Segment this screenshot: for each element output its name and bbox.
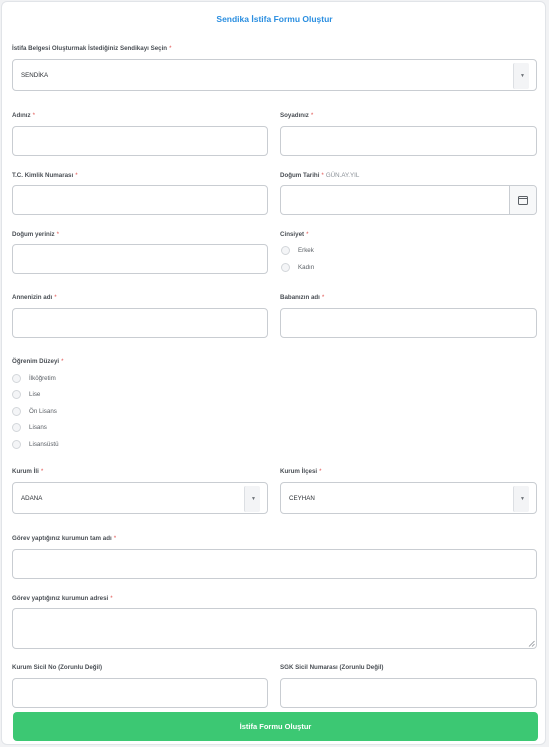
province-select[interactable]: ADANA ▼ bbox=[12, 482, 268, 514]
education-label: Öğrenim Düzeyi * bbox=[12, 358, 64, 365]
education-option-label: İlköğretim bbox=[29, 375, 56, 382]
province-select-arrow[interactable]: ▼ bbox=[244, 486, 260, 512]
calendar-icon bbox=[518, 196, 528, 205]
required-mark: * bbox=[56, 231, 60, 238]
required-mark: * bbox=[169, 45, 172, 52]
province-select-value: ADANA bbox=[21, 495, 43, 502]
chevron-down-icon: ▼ bbox=[520, 496, 525, 502]
institution-address-textarea[interactable] bbox=[12, 608, 537, 649]
required-mark: * bbox=[110, 595, 113, 602]
first-name-input[interactable] bbox=[12, 126, 268, 156]
mother-name-input[interactable] bbox=[12, 308, 268, 338]
education-radio-primary[interactable] bbox=[12, 374, 21, 383]
father-name-label: Babanızın adı * bbox=[280, 294, 325, 301]
union-select-value: SENDİKA bbox=[21, 72, 49, 79]
institution-address-label: Görev yaptığınız kurumun adresi * bbox=[12, 595, 113, 602]
education-option-label: Lise bbox=[29, 391, 41, 398]
last-name-label: Soyadınız * bbox=[280, 112, 314, 119]
institution-name-label: Görev yaptığınız kurumun tam adı * bbox=[12, 535, 117, 542]
institution-name-input[interactable] bbox=[12, 549, 537, 579]
resize-handle-icon[interactable] bbox=[528, 640, 535, 647]
education-option-label: Lisansüstü bbox=[29, 441, 59, 448]
submit-button[interactable]: İstifa Formu Oluştur bbox=[13, 712, 538, 741]
education-radio-graduate[interactable] bbox=[12, 440, 21, 449]
required-mark: * bbox=[40, 468, 44, 475]
date-picker-button[interactable] bbox=[509, 186, 536, 214]
education-option-label: Ön Lisans bbox=[29, 408, 57, 415]
chevron-down-icon: ▼ bbox=[251, 496, 256, 502]
registry-no-label: Kurum Sicil No (Zorunlu Değil) bbox=[12, 664, 103, 671]
gender-label: Cinsiyet * bbox=[280, 231, 309, 238]
gender-radio-female[interactable] bbox=[281, 263, 290, 272]
gender-option-label: Kadın bbox=[298, 264, 315, 271]
required-mark: * bbox=[75, 172, 78, 179]
first-name-label: Adınız * bbox=[12, 112, 35, 119]
education-radio-associate[interactable] bbox=[12, 407, 21, 416]
birth-date-input[interactable] bbox=[280, 185, 537, 215]
district-select-value: CEYHAN bbox=[289, 495, 315, 502]
registry-no-input[interactable] bbox=[12, 678, 268, 708]
education-option-label: Lisans bbox=[29, 424, 47, 431]
chevron-down-icon: ▼ bbox=[520, 73, 525, 79]
union-select-arrow[interactable]: ▼ bbox=[513, 63, 529, 89]
birth-place-label: Doğum yeriniz * bbox=[12, 231, 60, 238]
sgk-no-input[interactable] bbox=[280, 678, 537, 708]
last-name-input[interactable] bbox=[280, 126, 537, 156]
required-mark: * bbox=[306, 231, 309, 238]
required-mark: * bbox=[321, 294, 325, 301]
district-select[interactable]: CEYHAN ▼ bbox=[280, 482, 537, 514]
birth-date-label: Doğum Tarihi * GÜN.AY.YIL bbox=[280, 172, 360, 179]
sgk-no-label: SGK Sicil Numarası (Zorunlu Değil) bbox=[280, 664, 384, 671]
birth-date-hint: GÜN.AY.YIL bbox=[325, 172, 360, 179]
district-label: Kurum İlçesi * bbox=[280, 468, 322, 475]
required-mark: * bbox=[319, 468, 322, 475]
gender-radio-male[interactable] bbox=[281, 246, 290, 255]
district-select-arrow[interactable]: ▼ bbox=[513, 486, 529, 512]
gender-option-label: Erkek bbox=[298, 247, 314, 254]
required-mark: * bbox=[54, 294, 57, 301]
form-title: Sendika İstifa Formu Oluştur bbox=[216, 14, 333, 24]
form-card: Sendika İstifa Formu Oluştur İstifa Belg… bbox=[1, 1, 546, 745]
required-mark: * bbox=[321, 172, 324, 179]
birth-place-input[interactable] bbox=[12, 244, 268, 274]
tc-id-input[interactable] bbox=[12, 185, 268, 215]
mother-name-label: Annenizin adı * bbox=[12, 294, 57, 301]
province-label: Kurum İli * bbox=[12, 468, 44, 475]
father-name-input[interactable] bbox=[280, 308, 537, 338]
required-mark: * bbox=[61, 358, 64, 365]
union-select[interactable]: SENDİKA ▼ bbox=[12, 59, 537, 91]
education-radio-highschool[interactable] bbox=[12, 390, 21, 399]
required-mark: * bbox=[310, 112, 314, 119]
union-select-label: İstifa Belgesi Oluşturmak İstediğiniz Se… bbox=[12, 45, 172, 52]
required-mark: * bbox=[113, 535, 117, 542]
education-radio-bachelor[interactable] bbox=[12, 423, 21, 432]
tc-id-label: T.C. Kimlik Numarası * bbox=[12, 172, 78, 179]
submit-button-label: İstifa Formu Oluştur bbox=[239, 722, 312, 731]
required-mark: * bbox=[32, 112, 35, 119]
